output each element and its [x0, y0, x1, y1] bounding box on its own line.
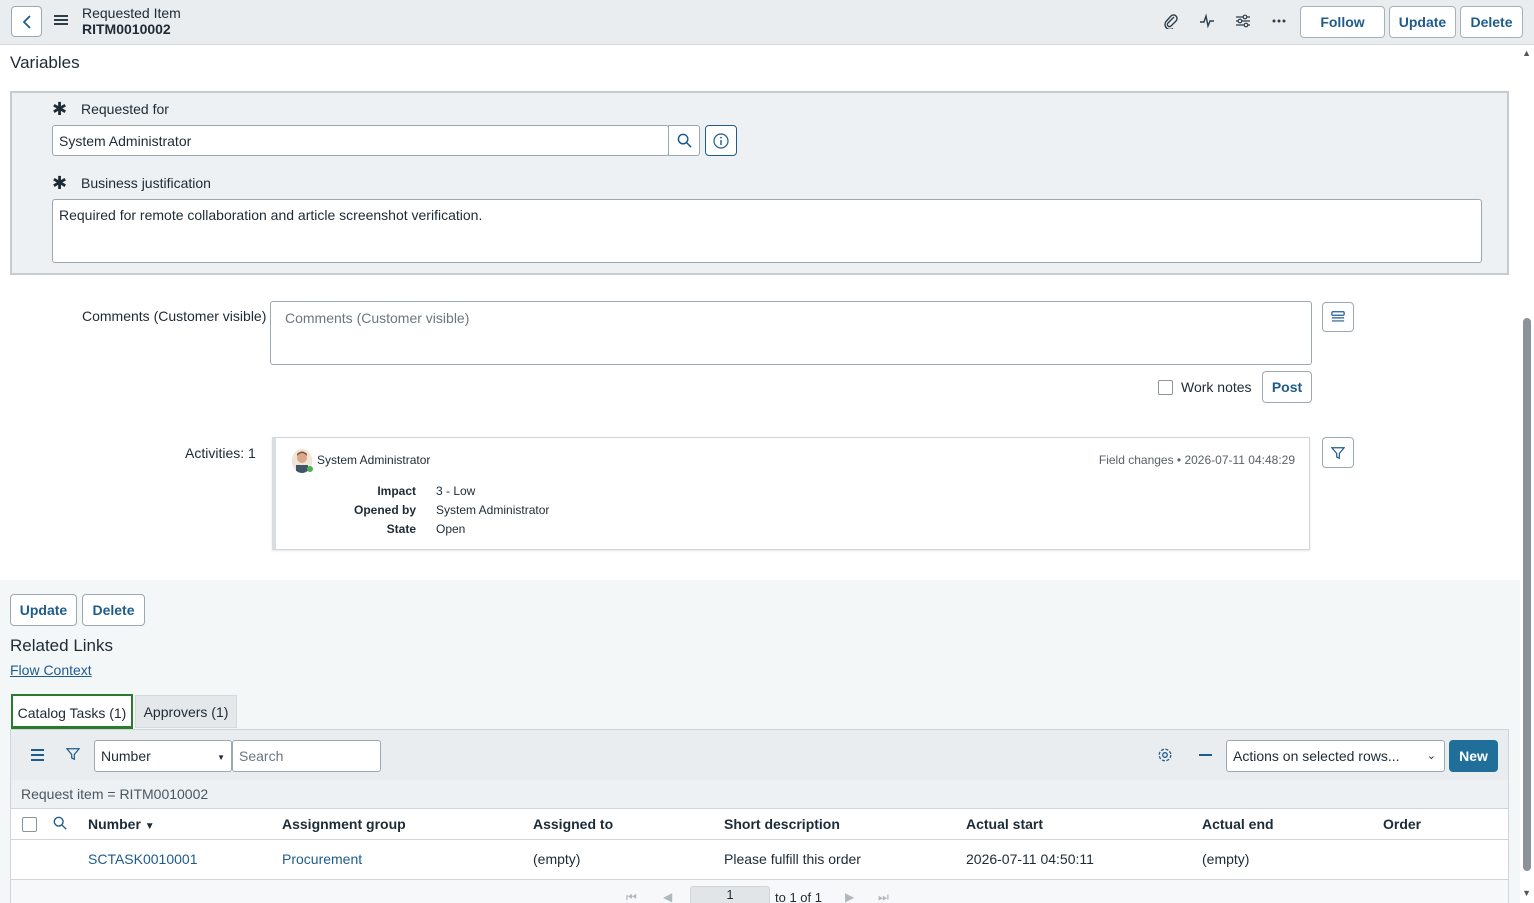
scroll-down-arrow-icon[interactable]: ▼	[1522, 888, 1531, 898]
pager-range-text: to 1 of 1	[775, 890, 822, 903]
dropdown-caret-icon: ▼	[217, 753, 225, 762]
search-field-select[interactable]: Number ▼	[94, 740, 232, 772]
filter-icon	[1331, 446, 1345, 459]
column-header-assignment-group[interactable]: Assignment group	[282, 816, 406, 832]
activity-field-value: System Administrator	[436, 503, 550, 517]
work-notes-toggle[interactable]: Work notes	[1158, 379, 1252, 395]
follow-button[interactable]: Follow	[1300, 6, 1385, 38]
page-title: Requested Item RITM0010002	[82, 5, 181, 37]
journal-fields-button[interactable]	[1322, 302, 1354, 332]
column-header-actual-end[interactable]: Actual end	[1202, 816, 1274, 832]
related-list: Number ▼ Search Actions on selected rows…	[10, 729, 1509, 903]
activities-label: Activities: 1	[185, 445, 256, 461]
first-page-icon[interactable]: ⏮	[626, 890, 637, 903]
required-asterisk-icon: ✱	[52, 173, 68, 193]
work-notes-checkbox[interactable]	[1158, 379, 1173, 395]
table-header: Number ▼ Assignment group Assigned to Sh…	[11, 808, 1508, 840]
post-button[interactable]: Post	[1262, 371, 1312, 403]
business-justification-textarea[interactable]: Required for remote collaboration and ar…	[52, 199, 1482, 263]
lookup-search-button[interactable]	[668, 125, 700, 156]
info-icon	[713, 132, 729, 149]
column-header-actual-start[interactable]: Actual start	[966, 816, 1043, 832]
list-breadcrumb[interactable]: Request item = RITM0010002	[11, 780, 1508, 808]
list-menu-icon[interactable]	[31, 749, 44, 761]
list-search-input[interactable]: Search	[232, 740, 381, 772]
delete-button[interactable]: Delete	[1460, 6, 1523, 38]
activity-filter-button[interactable]	[1322, 437, 1354, 468]
page-scrollbar[interactable]	[1520, 45, 1534, 903]
list-settings-gear-icon[interactable]	[1157, 747, 1173, 766]
assignment-group-link[interactable]: Procurement	[282, 851, 362, 867]
back-button[interactable]	[11, 6, 42, 37]
actual-start-cell: 2026-07-11 04:50:11	[966, 851, 1094, 867]
update-button[interactable]: Update	[1389, 6, 1456, 38]
comments-label: Comments (Customer visible)	[82, 308, 267, 324]
sort-desc-icon: ▼	[144, 821, 155, 832]
record-type-label: Requested Item	[82, 5, 181, 21]
select-all-checkbox[interactable]	[22, 817, 37, 832]
assigned-to-cell: (empty)	[533, 851, 581, 867]
context-menu-icon[interactable]	[54, 13, 68, 27]
list-toolbar: Number ▼ Search Actions on selected rows…	[11, 730, 1508, 780]
column-header-short-description[interactable]: Short description	[724, 816, 840, 832]
activity-field-name: State	[386, 522, 416, 536]
new-button[interactable]: New	[1449, 740, 1498, 772]
requested-for-label: Requested for	[81, 101, 169, 117]
activity-pulse-icon[interactable]	[1198, 12, 1216, 30]
scrollbar-thumb[interactable]	[1523, 318, 1531, 871]
business-justification-label: Business justification	[81, 175, 211, 191]
work-notes-label: Work notes	[1181, 379, 1252, 395]
bottom-update-button[interactable]: Update	[10, 594, 77, 626]
related-links-heading: Related Links	[10, 636, 114, 655]
list-pagination: ⏮ ◀ 1 to 1 of 1 ▶ ⏭	[11, 880, 1508, 903]
previous-page-icon[interactable]: ◀	[663, 890, 672, 903]
actual-end-cell: (empty)	[1202, 851, 1250, 867]
record-number: RITM0010002	[82, 21, 171, 37]
column-header-number[interactable]: Number ▼	[88, 816, 155, 832]
collapse-list-icon[interactable]	[1199, 754, 1212, 756]
requested-for-input[interactable]: System Administrator	[52, 125, 669, 156]
activity-field-value: Open	[436, 522, 466, 536]
task-number-link[interactable]: SCTASK0010001	[88, 851, 197, 867]
column-header-order[interactable]: Order	[1383, 816, 1421, 832]
column-search-icon[interactable]	[53, 816, 67, 833]
activity-field-name: Opened by	[353, 503, 416, 517]
variables-heading: Variables	[10, 53, 80, 72]
paperclip-icon[interactable]	[1162, 12, 1180, 30]
tab-catalog-tasks[interactable]: Catalog Tasks (1)	[11, 694, 133, 729]
scroll-up-arrow-icon[interactable]: ▲	[1522, 48, 1531, 58]
chevron-down-icon: ⌄	[1426, 750, 1436, 762]
bottom-delete-button[interactable]: Delete	[82, 594, 145, 626]
last-page-icon[interactable]: ⏭	[878, 890, 889, 903]
actions-select[interactable]: Actions on selected rows... ⌄	[1226, 740, 1445, 772]
short-description-cell: Please fulfill this order	[724, 851, 861, 867]
tab-approvers[interactable]: Approvers (1)	[135, 695, 237, 728]
comments-textarea[interactable]: Comments (Customer visible)	[270, 301, 1312, 365]
form-header: Requested Item RITM0010002 Follow Update…	[0, 0, 1534, 45]
stacked-list-icon	[1331, 311, 1345, 322]
reference-info-button[interactable]	[705, 125, 737, 156]
presence-online-indicator	[307, 466, 313, 472]
column-header-assigned-to[interactable]: Assigned to	[533, 816, 613, 832]
activity-user: System Administrator	[317, 453, 431, 467]
flow-context-link[interactable]: Flow Context	[10, 662, 92, 678]
activity-meta: Field changes • 2026-07-11 04:48:29	[1098, 453, 1295, 467]
actions-select-value: Actions on selected rows...	[1233, 748, 1400, 764]
more-options-icon[interactable]	[1270, 12, 1288, 30]
settings-sliders-icon[interactable]	[1234, 12, 1252, 30]
page-number-input[interactable]: 1	[690, 886, 770, 903]
activity-field-value: 3 - Low	[436, 484, 476, 498]
activity-entry: System Administrator Field changes • 202…	[272, 437, 1310, 550]
search-field-select-value: Number	[101, 748, 151, 764]
required-asterisk-icon: ✱	[52, 99, 68, 119]
search-icon	[677, 133, 692, 148]
list-filter-icon[interactable]	[65, 747, 81, 764]
next-page-icon[interactable]: ▶	[845, 890, 854, 903]
table-row: SCTASK0010001 Procurement (empty) Please…	[11, 840, 1508, 880]
activity-field-name: Impact	[377, 484, 416, 498]
chevron-left-icon	[22, 14, 31, 29]
